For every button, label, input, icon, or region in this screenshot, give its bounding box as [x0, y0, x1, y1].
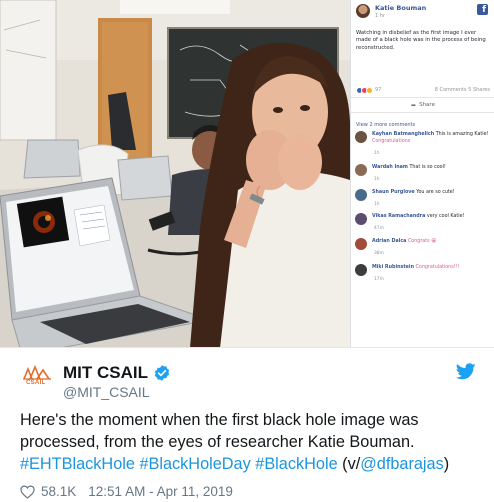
commenter-avatar[interactable] — [355, 213, 367, 225]
comment-body: That is so cool! — [409, 165, 446, 170]
share-button[interactable]: ➦ Share — [351, 97, 494, 113]
comment-text: Shaun Purglove You are so cute! — [372, 190, 492, 197]
commenter-avatar[interactable] — [355, 131, 367, 143]
tweet-timestamp[interactable]: 12:51 AM - Apr 11, 2019 — [88, 484, 233, 499]
embedded-photo-screenshot: Katie Bouman 1 hr f Watching in disbelie… — [0, 0, 494, 348]
comment-time[interactable]: 38m — [374, 251, 384, 256]
reaction-count: 97 — [375, 87, 382, 93]
commenter-name[interactable]: Kayhan Batmanghelich — [372, 132, 434, 137]
tweet-meta: 58.1K 12:51 AM - Apr 11, 2019 — [20, 484, 233, 499]
commenter-name[interactable]: Wardah Inam — [372, 165, 408, 170]
like-count[interactable]: 58.1K — [41, 484, 76, 499]
verified-badge-icon — [154, 365, 170, 381]
commenter-name[interactable]: Miki Rubinstein — [372, 265, 414, 270]
comment-body: very cool Katie! — [426, 214, 465, 219]
comment-time[interactable]: 47m — [374, 226, 384, 231]
comment-text: Vikas Ramachandra very cool Katie! — [372, 214, 492, 221]
twitter-bird-icon[interactable] — [456, 363, 476, 380]
tweet-text: Here's the moment when the first black h… — [20, 409, 485, 475]
comment-body: You are so cute! — [416, 190, 455, 195]
account-name-row[interactable]: MIT CSAIL — [63, 363, 171, 383]
comment-time[interactable]: 1h — [374, 151, 380, 156]
comment-share-counts[interactable]: 8 Comments 5 Shares — [435, 87, 490, 93]
commenter-avatar[interactable] — [355, 164, 367, 176]
tweet-hashtags[interactable]: #EHTBlackHole #BlackHoleDay #BlackHole — [20, 455, 338, 473]
commenter-avatar[interactable] — [355, 264, 367, 276]
tweet-via-open: (v/ — [337, 455, 361, 473]
author-avatar[interactable] — [356, 4, 370, 18]
commenter-name[interactable]: Vikas Ramachandra — [372, 214, 425, 219]
commenter-name[interactable]: Adrian Dalca — [372, 239, 406, 244]
comment-emphasis: Congratulations!!! — [415, 265, 460, 270]
csail-building-icon — [23, 364, 51, 380]
csail-logo-text: CSAIL — [26, 380, 46, 386]
post-time[interactable]: 1 hr — [375, 13, 385, 19]
facebook-post-panel: Katie Bouman 1 hr f Watching in disbelie… — [350, 0, 494, 347]
comment-text: Miki Rubinstein Congratulations!!! — [372, 265, 492, 272]
csail-logo[interactable]: CSAIL — [22, 364, 52, 389]
comment-text: Adrian Dalca Congrats 😀 — [372, 239, 492, 246]
post-caption: Watching in disbelief as the first image… — [356, 30, 486, 51]
tweet-via-user[interactable]: @dfbarajas — [360, 455, 444, 473]
lab-photo — [0, 0, 350, 347]
tweet-body: Here's the moment when the first black h… — [20, 411, 419, 451]
heart-icon[interactable] — [20, 484, 35, 499]
share-label: Share — [419, 102, 435, 108]
tweet-via-close: ) — [443, 455, 450, 473]
account-name[interactable]: MIT CSAIL — [63, 363, 148, 383]
commenter-avatar[interactable] — [355, 189, 367, 201]
comment-time[interactable]: 1h — [374, 202, 380, 207]
comment-text: Kayhan Batmanghelich This is amazing Kat… — [372, 132, 492, 145]
comment-time[interactable]: 17m — [374, 277, 384, 282]
commenter-avatar[interactable] — [355, 238, 367, 250]
comment-body: This is amazing Katie! — [435, 132, 489, 137]
comment-text: Wardah Inam That is so cool! — [372, 165, 492, 172]
account-handle[interactable]: @MIT_CSAIL — [63, 384, 150, 400]
comment-emphasis: Congrats 😀 — [407, 239, 437, 244]
facebook-logo-icon: f — [477, 4, 488, 15]
commenter-name[interactable]: Shaun Purglove — [372, 190, 415, 195]
author-name[interactable]: Katie Bouman — [375, 4, 426, 12]
comment-emphasis: Congratulations — [372, 138, 411, 144]
comment-time[interactable]: 1h — [374, 177, 380, 182]
view-more-comments-link[interactable]: View 2 more comments — [356, 122, 415, 128]
share-arrow-icon: ➦ — [411, 101, 417, 109]
facebook-post-header: Katie Bouman 1 hr f — [351, 0, 494, 24]
reactions-summary[interactable]: 97 — [356, 86, 381, 94]
wow-reaction-icon — [366, 86, 373, 94]
